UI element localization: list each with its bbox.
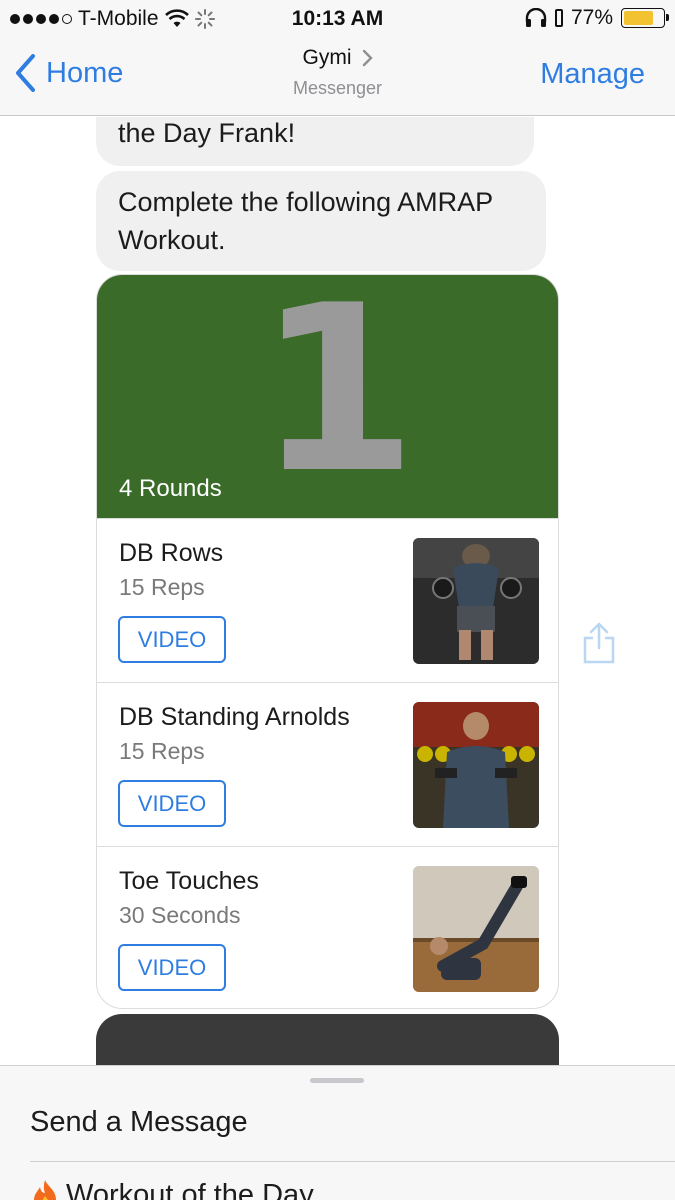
chevron-right-icon bbox=[362, 49, 373, 67]
exercise-name: DB Standing Arnolds bbox=[119, 703, 350, 731]
rounds-label: 4 Rounds bbox=[119, 475, 222, 502]
exercise-item: Toe Touches 30 Seconds VIDEO bbox=[97, 846, 558, 1008]
exercise-thumbnail[interactable] bbox=[413, 702, 539, 828]
share-icon[interactable] bbox=[582, 622, 616, 664]
exercise-name: Toe Touches bbox=[119, 867, 259, 895]
workout-card-header: 1 4 Rounds bbox=[97, 275, 558, 518]
orientation-lock-icon bbox=[554, 9, 563, 27]
next-card-preview bbox=[96, 1014, 559, 1065]
exercise-item: DB Rows 15 Reps VIDEO bbox=[97, 518, 558, 682]
battery-percent: 77% bbox=[570, 6, 613, 29]
video-button[interactable]: VIDEO bbox=[118, 616, 226, 663]
manage-button[interactable]: Manage bbox=[540, 58, 645, 91]
battery-fill bbox=[624, 11, 654, 25]
exercise-detail: 15 Reps bbox=[119, 574, 205, 600]
drag-handle[interactable] bbox=[310, 1078, 364, 1083]
message-bubble: the Day Frank! bbox=[96, 117, 534, 166]
chat-thread[interactable]: the Day Frank! Complete the following AM… bbox=[0, 117, 675, 1065]
quick-reply-label: Workout of the Day bbox=[66, 1178, 314, 1200]
workout-number: 1 bbox=[257, 274, 418, 524]
navigation-bar: Home Gymi Messenger Manage bbox=[0, 36, 675, 116]
exercise-name: DB Rows bbox=[119, 539, 224, 567]
message-composer: Send a Message Workout of the Day bbox=[0, 1065, 675, 1200]
exercise-detail: 30 Seconds bbox=[119, 902, 241, 928]
exercise-item: DB Standing Arnolds 15 Reps VIDEO bbox=[97, 682, 558, 846]
status-bar: T-Mobile 10:13 AM 77% bbox=[0, 0, 675, 36]
battery-icon bbox=[621, 8, 669, 28]
composer-divider bbox=[30, 1161, 675, 1162]
quick-reply-button[interactable]: Workout of the Day bbox=[30, 1178, 314, 1200]
messenger-screen: T-Mobile 10:13 AM 77% Home Gymi Messenge… bbox=[0, 0, 675, 1200]
message-input[interactable]: Send a Message bbox=[30, 1106, 248, 1139]
conversation-title: Gymi bbox=[303, 46, 373, 70]
exercise-thumbnail[interactable] bbox=[413, 538, 539, 664]
exercise-thumbnail[interactable] bbox=[413, 866, 539, 992]
exercise-detail: 15 Reps bbox=[119, 738, 205, 764]
message-bubble: Complete the following AMRAP Workout. bbox=[96, 171, 546, 271]
conversation-name: Gymi bbox=[302, 46, 352, 69]
fire-icon bbox=[34, 1180, 56, 1200]
workout-card: 1 4 Rounds DB Rows 15 Reps VIDEO DB Stan… bbox=[96, 274, 559, 1009]
status-right: 77% bbox=[525, 6, 669, 30]
video-button[interactable]: VIDEO bbox=[118, 944, 226, 991]
video-button[interactable]: VIDEO bbox=[118, 780, 226, 827]
headphones-icon bbox=[525, 8, 547, 27]
